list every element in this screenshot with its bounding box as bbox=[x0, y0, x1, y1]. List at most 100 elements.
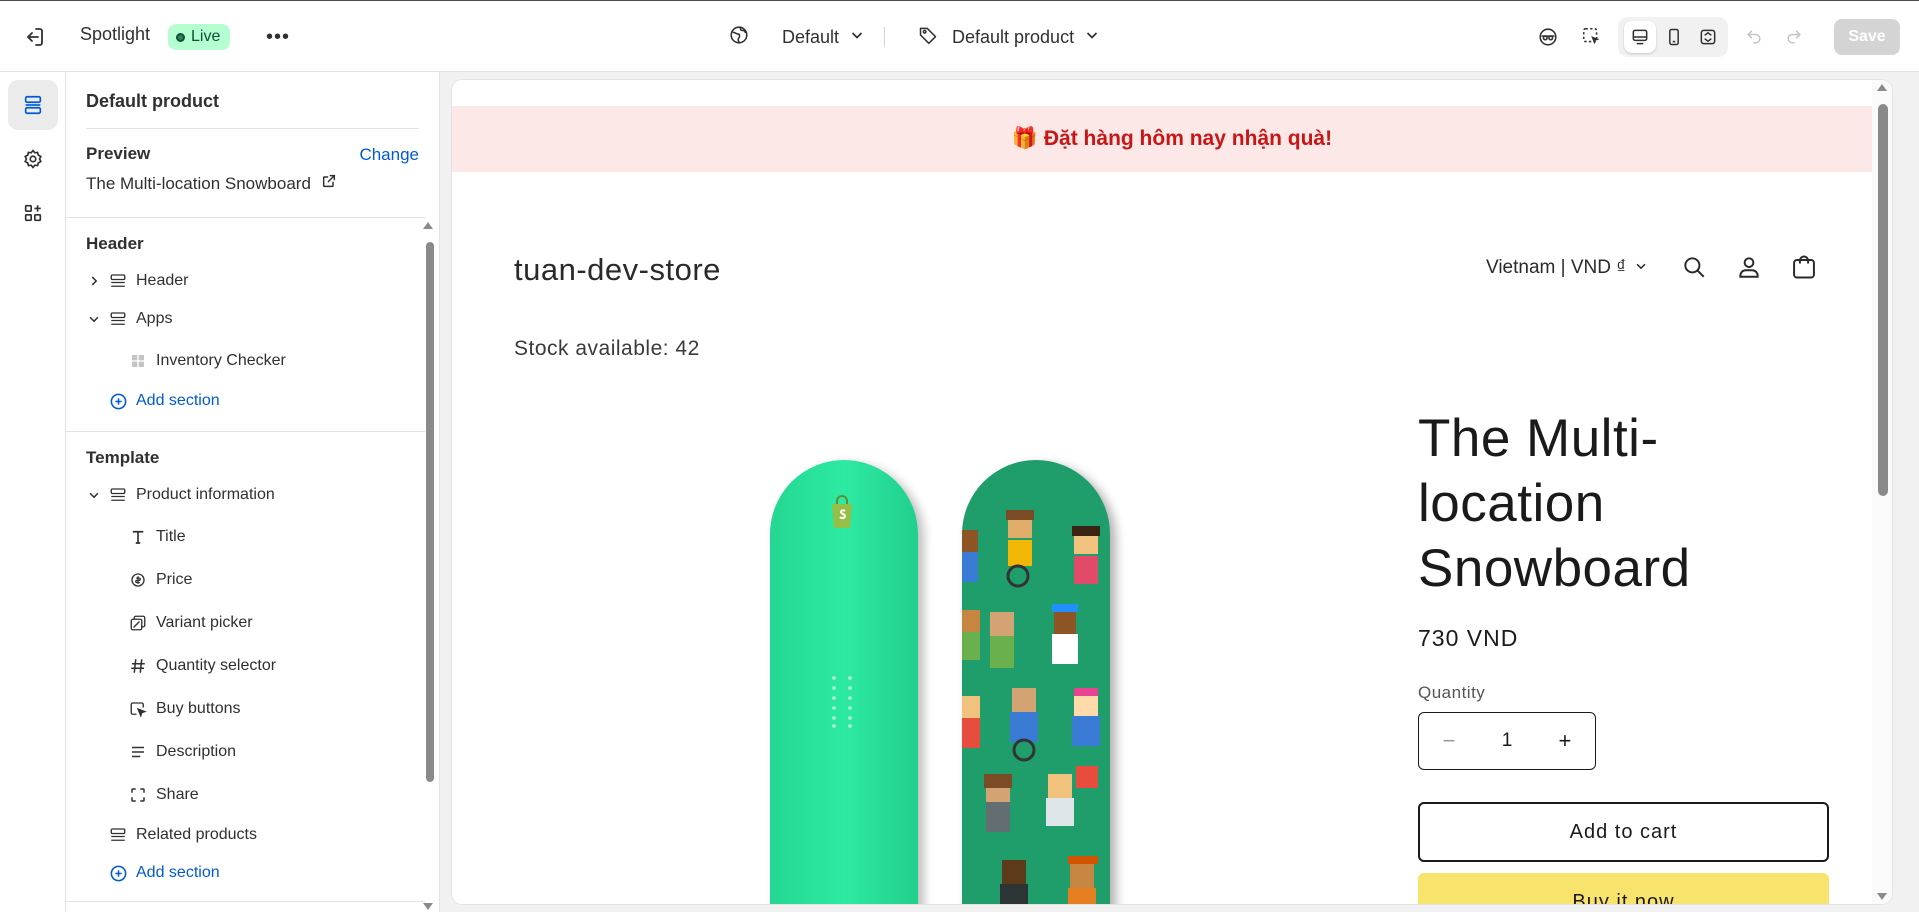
text-icon bbox=[128, 527, 148, 547]
chevron-right-icon[interactable] bbox=[84, 271, 104, 291]
section-row-header[interactable]: Header bbox=[84, 266, 188, 296]
section-row-related-products[interactable]: Related products bbox=[108, 820, 257, 850]
sections-sidebar: Default product Preview Change The Multi… bbox=[66, 72, 440, 912]
sidebar-scroll-thumb[interactable] bbox=[426, 242, 434, 782]
plus-circle-icon bbox=[108, 863, 128, 883]
search-icon[interactable] bbox=[1677, 250, 1711, 284]
product-price: 730 VND bbox=[1418, 625, 1519, 651]
stock-available-text: Stock available: 42 bbox=[514, 337, 700, 360]
mobile-view-icon[interactable] bbox=[1658, 21, 1690, 53]
quantity-input[interactable]: 1 bbox=[1502, 730, 1513, 752]
app-block-icon bbox=[128, 351, 148, 371]
block-row-title[interactable]: Title bbox=[128, 522, 186, 552]
tag-icon bbox=[918, 25, 938, 50]
app-block-row[interactable]: Inventory Checker bbox=[128, 346, 286, 376]
product-selector[interactable]: Default product bbox=[918, 23, 1100, 51]
topbar-divider bbox=[884, 27, 885, 47]
add-to-cart-button[interactable]: Add to cart bbox=[1418, 802, 1829, 862]
store-logo-text[interactable]: tuan-dev-store bbox=[514, 252, 721, 288]
section-label: Product information bbox=[136, 486, 275, 503]
quantity-stepper: − 1 + bbox=[1418, 712, 1596, 770]
divider bbox=[66, 901, 425, 902]
block-label: Share bbox=[156, 786, 199, 803]
redo-icon[interactable] bbox=[1780, 23, 1808, 51]
block-label: Description bbox=[156, 743, 237, 760]
text-align-icon bbox=[128, 742, 148, 762]
preview-product[interactable]: The Multi-location Snowboard bbox=[86, 173, 337, 194]
chevron-down-icon bbox=[1634, 257, 1648, 279]
sidebar-title: Default product bbox=[86, 91, 219, 111]
binding-holes-decoration bbox=[832, 676, 852, 728]
decrease-quantity-button[interactable]: − bbox=[1437, 728, 1461, 754]
live-dot-icon bbox=[176, 32, 185, 42]
block-label: Title bbox=[156, 528, 186, 545]
variant-icon bbox=[128, 613, 148, 633]
section-icon bbox=[108, 485, 128, 505]
theme-name: Spotlight bbox=[80, 24, 151, 44]
editor-left-rail bbox=[0, 72, 66, 912]
share-frame-icon bbox=[128, 785, 148, 805]
announcement-bar: 🎁 Đặt hàng hôm nay nhận quà! bbox=[452, 106, 1892, 172]
quantity-label: Quantity bbox=[1418, 683, 1486, 702]
template-group-title: Template bbox=[86, 448, 160, 467]
desktop-view-icon[interactable] bbox=[1624, 21, 1656, 53]
section-row-product-information[interactable]: Product information bbox=[84, 480, 275, 510]
country-selector[interactable]: Vietnam | VND ₫ bbox=[1486, 257, 1648, 279]
add-section-label: Add section bbox=[136, 864, 220, 881]
block-label: Variant picker bbox=[156, 614, 253, 631]
section-row-apps[interactable]: Apps bbox=[84, 304, 172, 334]
globe-icon bbox=[728, 24, 750, 51]
buy-it-now-button[interactable]: Buy it now bbox=[1418, 873, 1829, 904]
select-element-icon[interactable] bbox=[1578, 23, 1606, 51]
price-tag-icon bbox=[128, 570, 148, 590]
add-section-header-button[interactable]: Add section bbox=[108, 386, 220, 416]
block-row-quantity-selector[interactable]: Quantity selector bbox=[128, 651, 276, 681]
snowboard-image-pattern[interactable] bbox=[962, 460, 1110, 904]
live-badge-label: Live bbox=[191, 28, 221, 45]
section-label: Apps bbox=[136, 310, 173, 327]
product-selector-label: Default product bbox=[952, 26, 1075, 47]
section-label: Header bbox=[136, 272, 189, 289]
change-preview-link[interactable]: Change bbox=[359, 145, 419, 165]
fullscreen-view-icon[interactable] bbox=[1692, 21, 1724, 53]
section-label: Related products bbox=[136, 826, 257, 843]
add-section-template-button[interactable]: Add section bbox=[108, 858, 220, 888]
block-row-share[interactable]: Share bbox=[128, 780, 199, 810]
live-status-badge: Live bbox=[168, 24, 231, 50]
section-icon bbox=[108, 825, 128, 845]
increase-quantity-button[interactable]: + bbox=[1553, 728, 1577, 754]
chevron-down-icon[interactable] bbox=[84, 485, 104, 505]
exit-icon[interactable] bbox=[22, 25, 46, 49]
sections-icon[interactable] bbox=[8, 80, 58, 130]
block-label: Buy buttons bbox=[156, 700, 241, 717]
save-button[interactable]: Save bbox=[1834, 19, 1900, 55]
app-embeds-icon[interactable] bbox=[8, 188, 58, 238]
block-row-buy-buttons[interactable]: Buy buttons bbox=[128, 694, 241, 724]
preview-scroll-thumb[interactable] bbox=[1878, 104, 1888, 496]
block-row-description[interactable]: Description bbox=[128, 737, 236, 767]
divider bbox=[66, 217, 425, 218]
app-block-label: Inventory Checker bbox=[156, 352, 286, 369]
chevron-down-icon bbox=[849, 27, 865, 48]
account-icon[interactable] bbox=[1732, 250, 1766, 284]
template-selector[interactable]: Default bbox=[728, 23, 865, 51]
undo-icon[interactable] bbox=[1740, 23, 1768, 51]
hash-icon bbox=[128, 656, 148, 676]
external-link-icon[interactable] bbox=[321, 173, 337, 194]
block-row-variant-picker[interactable]: Variant picker bbox=[128, 608, 253, 638]
cart-icon[interactable] bbox=[1787, 250, 1821, 284]
plus-circle-icon bbox=[108, 391, 128, 411]
section-icon bbox=[108, 309, 128, 329]
preview-product-name: The Multi-location Snowboard bbox=[86, 173, 311, 193]
more-actions-button[interactable]: ••• bbox=[265, 23, 291, 51]
editor-topbar: Spotlight Live ••• Default Default produ… bbox=[0, 0, 1919, 72]
shopify-bag-icon bbox=[832, 495, 852, 528]
header-group-title: Header bbox=[86, 234, 144, 253]
theme-settings-gear-icon[interactable] bbox=[8, 134, 58, 184]
block-row-price[interactable]: Price bbox=[128, 565, 192, 595]
template-selector-label: Default bbox=[782, 26, 840, 47]
chevron-down-icon[interactable] bbox=[84, 309, 104, 329]
preview-inspector-icon[interactable] bbox=[1534, 23, 1562, 51]
divider bbox=[66, 431, 425, 432]
snowboard-image-green[interactable] bbox=[770, 460, 918, 904]
